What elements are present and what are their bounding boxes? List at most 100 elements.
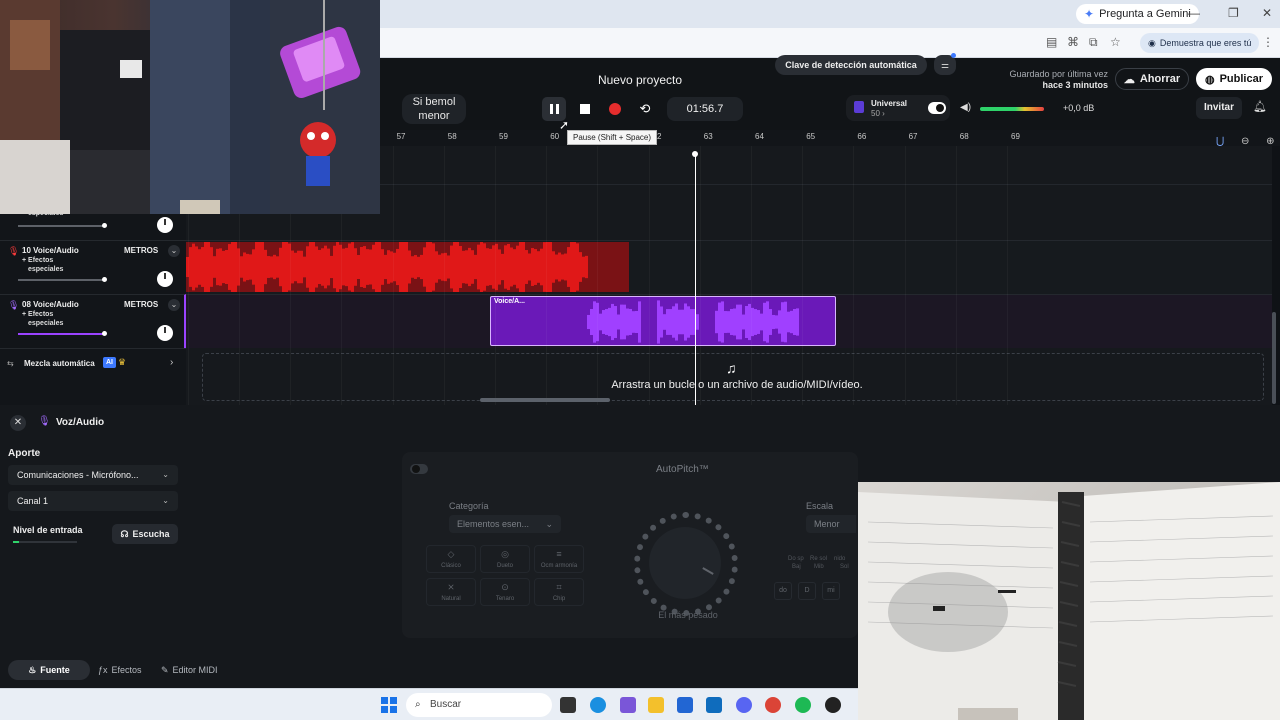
translate-icon[interactable]: ⌘: [1067, 35, 1079, 49]
stop-button[interactable]: [573, 97, 597, 121]
chevron-down-icon[interactable]: ⌄: [168, 245, 180, 257]
vertical-scrollbar[interactable]: [1272, 312, 1276, 404]
note-mi-button[interactable]: mi: [822, 582, 840, 600]
style-tile-harmony[interactable]: ≡ Ocm armonía: [534, 545, 584, 573]
tab-source[interactable]: ♨ Fuente: [8, 660, 90, 680]
track-volume-knob[interactable]: [102, 277, 107, 282]
playhead[interactable]: [695, 153, 696, 405]
reader-icon[interactable]: ▤: [1046, 35, 1057, 49]
track-10-clip[interactable]: [186, 242, 629, 292]
meters-button[interactable]: METROS: [124, 246, 158, 255]
verify-chip[interactable]: ◉ Demuestra que eres tú: [1140, 33, 1260, 53]
gemini-button[interactable]: ✦ Pregunta a Gemini: [1076, 4, 1199, 24]
style-tile-duet[interactable]: ◎ Dueto: [480, 545, 530, 573]
restore-icon[interactable]: ❐: [1228, 6, 1239, 20]
loop-button[interactable]: ⟲: [633, 97, 657, 121]
save-button[interactable]: ☁ Ahorrar: [1115, 68, 1189, 90]
style-tile-natural[interactable]: ⨯ Natural: [426, 578, 476, 606]
mouse-cursor-icon: ➚: [559, 118, 570, 132]
style-tile-tenor[interactable]: ⊙ Tenaro: [480, 578, 530, 606]
auto-key-detect-button[interactable]: Clave de detección automática: [775, 55, 927, 75]
listen-button[interactable]: ☊ Escucha: [112, 524, 178, 544]
store-icon[interactable]: [677, 697, 693, 713]
close-panel-button[interactable]: ✕: [10, 415, 26, 431]
edge-icon[interactable]: [590, 697, 606, 713]
browser-menu-icon[interactable]: ⋮: [1262, 35, 1274, 49]
track-pan-knob[interactable]: [157, 217, 173, 233]
style-label: Clásico: [441, 563, 461, 569]
style-tile-classic[interactable]: ◇ Clásico: [426, 545, 476, 573]
minimize-icon[interactable]: —: [1188, 6, 1200, 20]
search-icon: ⌕: [415, 699, 421, 710]
task-view-icon[interactable]: [560, 697, 576, 713]
automix-row[interactable]: ⇆ Mezcla automática AI ♛ ›: [0, 348, 186, 378]
note-do-button[interactable]: do: [774, 582, 792, 600]
scale-select[interactable]: Menor: [806, 515, 856, 533]
record-button[interactable]: [603, 97, 627, 121]
waveform-bar: [739, 304, 742, 340]
bookmark-star-icon[interactable]: ☆: [1110, 35, 1121, 49]
style-tile-chip[interactable]: ⌗ Chip: [534, 578, 584, 606]
waveform-bar: [420, 254, 423, 280]
track-fx-label[interactable]: + Efectos especiales: [22, 256, 82, 274]
speaker-icon[interactable]: ◀): [960, 102, 971, 113]
note-d-button[interactable]: D: [798, 582, 816, 600]
gemini-label: Pregunta a Gemini: [1099, 8, 1191, 20]
style-label: Natural: [441, 596, 461, 602]
fx-line1: + Efectos: [22, 311, 54, 318]
waveform-bar: [608, 307, 611, 337]
track-volume-slider[interactable]: [18, 225, 104, 227]
outlook-icon[interactable]: [706, 697, 722, 713]
close-window-icon[interactable]: ✕: [1262, 6, 1272, 20]
meters-button[interactable]: METROS: [124, 300, 158, 309]
waveform-bar: [222, 250, 225, 284]
tab-effects[interactable]: ƒx Efectos: [98, 660, 142, 680]
waveform-bar: [611, 303, 614, 341]
tab-midi-editor[interactable]: ✎ Editor MIDI: [161, 660, 218, 680]
publish-button[interactable]: ◍ Publicar: [1196, 68, 1272, 90]
key-selector[interactable]: Si bemol menor: [402, 94, 466, 124]
cast-icon[interactable]: ⧉: [1089, 35, 1098, 50]
channel-select[interactable]: Canal 1 ⌄: [8, 491, 178, 511]
chevron-right-icon[interactable]: ›: [170, 357, 173, 368]
track-08-clip[interactable]: Voice/A...: [490, 296, 836, 346]
discord-icon[interactable]: [736, 697, 752, 713]
waveform-bar: [453, 242, 456, 292]
track-header-08[interactable]: 🎙︎ 08 Voice/Audio + Efectos especiales ME…: [0, 294, 186, 348]
waveform-bar: [228, 244, 231, 290]
waveform-bar: [402, 242, 405, 292]
sliders-icon[interactable]: ⚌: [934, 53, 956, 75]
track-volume-slider[interactable]: [18, 279, 104, 281]
track-volume-knob[interactable]: [102, 223, 107, 228]
copilot-icon[interactable]: [620, 697, 636, 713]
track-pan-knob[interactable]: [157, 325, 173, 341]
track-header-10[interactable]: 🎙︎ 10 Voice/Audio + Efectos especiales ME…: [0, 240, 186, 294]
track-volume-slider[interactable]: [18, 333, 104, 335]
track-pan-knob[interactable]: [157, 271, 173, 287]
horizontal-scrollbar[interactable]: [480, 398, 610, 402]
waveform-bar: [742, 314, 745, 330]
waveform-bar: [775, 315, 778, 329]
waveform-bar: [724, 311, 727, 333]
autopitch-toggle[interactable]: [410, 464, 428, 474]
input-select[interactable]: Comunicaciones - Micrófono... ⌄: [8, 465, 178, 485]
spotify-icon[interactable]: [795, 697, 811, 713]
track-volume-knob[interactable]: [102, 331, 107, 336]
windows-start-icon[interactable]: [381, 697, 397, 713]
universal-control[interactable]: Universal 50 ›: [846, 95, 950, 121]
record-icon: [609, 103, 621, 115]
bell-icon[interactable]: 🔔︎: [1252, 100, 1268, 116]
track-fx-label[interactable]: + Efectos especiales: [22, 310, 82, 328]
waveform-bar: [718, 302, 721, 342]
chevron-down-icon[interactable]: ⌄: [168, 299, 180, 311]
ruler-tick-label: 60: [550, 132, 560, 141]
master-volume-slider[interactable]: [980, 107, 1044, 111]
app-icon[interactable]: [825, 697, 841, 713]
explorer-icon[interactable]: [648, 697, 664, 713]
chrome-icon[interactable]: [765, 697, 781, 713]
taskbar-search[interactable]: ⌕ Buscar: [406, 693, 552, 717]
category-select[interactable]: Elementos esen... ⌄: [449, 515, 561, 533]
universal-toggle[interactable]: [928, 102, 946, 114]
invite-button[interactable]: Invitar: [1196, 97, 1242, 119]
project-title[interactable]: Nuevo proyecto: [560, 73, 720, 87]
